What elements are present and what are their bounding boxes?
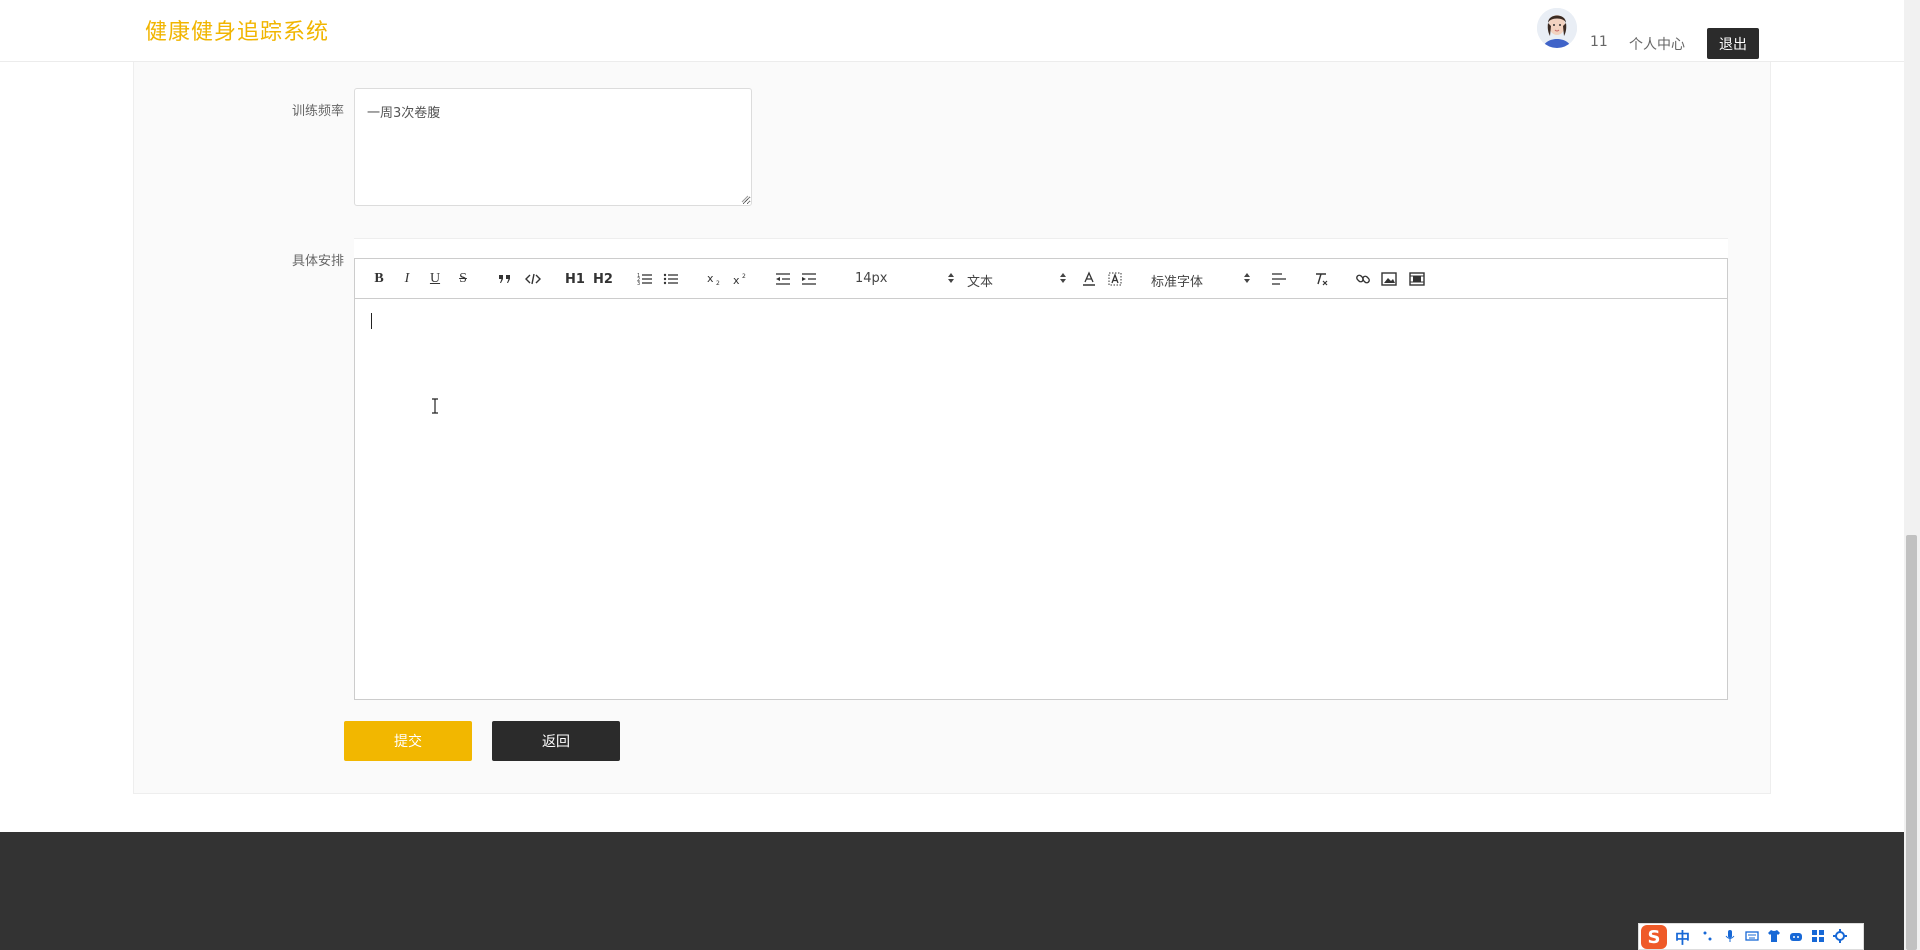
ime-mode-toggle[interactable]: 中 xyxy=(1675,927,1690,948)
user-center-link[interactable]: 个人中心 xyxy=(1629,34,1685,54)
align-left-icon xyxy=(1272,273,1286,285)
font-family-picker[interactable]: 标准字体 xyxy=(1151,268,1251,290)
font-size-picker[interactable]: 14px xyxy=(855,268,955,290)
select-arrows-icon xyxy=(1060,273,1066,283)
logout-button[interactable]: 退出 xyxy=(1707,28,1759,59)
link-icon xyxy=(1356,274,1370,284)
frequency-textarea[interactable]: 一周3次卷腹 xyxy=(354,88,752,206)
ordered-list-icon: 1 2 3 xyxy=(637,273,652,286)
site-logo-title[interactable]: 健康健身追踪系统 xyxy=(145,14,329,46)
outdent-icon xyxy=(776,273,790,285)
video-button[interactable] xyxy=(1407,268,1427,290)
heading-2-button[interactable]: H2 xyxy=(593,268,613,290)
video-icon xyxy=(1409,272,1425,286)
svg-text:2: 2 xyxy=(716,280,720,286)
code-block-button[interactable] xyxy=(523,268,543,290)
image-button[interactable] xyxy=(1379,268,1399,290)
avatar-image xyxy=(1537,8,1577,48)
background-color-icon xyxy=(1108,272,1122,286)
code-icon xyxy=(525,273,541,285)
font-size-value: 14px xyxy=(855,271,888,286)
toolbox-grid-icon[interactable] xyxy=(1811,929,1825,943)
schedule-label: 具体安排 xyxy=(291,254,344,269)
username: 11 xyxy=(1590,34,1608,50)
frequency-label: 训练频率 xyxy=(291,104,344,119)
rich-text-editor: B I U S H1 H2 1 2 3 x 2 x 2 14px 文本 标准字体 xyxy=(354,258,1728,700)
header-picker[interactable]: 文本 xyxy=(967,268,1067,290)
blockquote-button[interactable] xyxy=(495,268,515,290)
microphone-icon[interactable] xyxy=(1723,929,1737,943)
strike-button[interactable]: S xyxy=(453,268,473,290)
clear-format-icon xyxy=(1316,273,1328,286)
avatar[interactable] xyxy=(1537,8,1577,48)
bold-button[interactable]: B xyxy=(369,268,389,290)
punctuation-icon[interactable] xyxy=(1701,929,1715,943)
header-picker-value: 文本 xyxy=(967,275,994,290)
font-color-button[interactable] xyxy=(1079,268,1099,290)
background-color-button[interactable] xyxy=(1105,268,1125,290)
skin-shirt-icon[interactable] xyxy=(1767,929,1781,943)
frequency-value: 一周3次卷腹 xyxy=(367,106,441,121)
indent-icon xyxy=(802,273,816,285)
superscript-button[interactable]: x 2 xyxy=(731,268,751,290)
ordered-list-button[interactable]: 1 2 3 xyxy=(635,268,655,290)
indent-button[interactable] xyxy=(799,268,819,290)
quote-icon xyxy=(499,275,510,283)
select-arrows-icon xyxy=(1244,273,1250,283)
bullet-list-button[interactable] xyxy=(661,268,681,290)
schedule-editor-content[interactable] xyxy=(355,299,1727,699)
bullet-list-icon xyxy=(663,273,678,285)
subscript-icon: x 2 xyxy=(707,272,720,286)
submit-button[interactable]: 提交 xyxy=(344,721,472,761)
heading-1-button[interactable]: H1 xyxy=(565,268,585,290)
font-color-icon xyxy=(1083,271,1095,286)
keyboard-icon[interactable] xyxy=(1745,929,1759,943)
svg-text:3: 3 xyxy=(637,281,640,286)
resize-handle-icon[interactable] xyxy=(741,195,749,203)
editor-toolbar: B I U S H1 H2 1 2 3 x 2 x 2 14px 文本 标准字体 xyxy=(355,259,1727,299)
text-cursor-icon xyxy=(432,398,438,414)
page-footer xyxy=(0,832,1904,950)
subscript-button[interactable]: x 2 xyxy=(705,268,725,290)
sogou-logo-icon[interactable]: S xyxy=(1641,925,1667,949)
ime-toolbar[interactable]: S 中 xyxy=(1638,923,1864,950)
svg-text:x: x xyxy=(707,272,714,285)
settings-gear-icon[interactable] xyxy=(1833,929,1847,943)
text-caret xyxy=(371,313,372,329)
svg-text:x: x xyxy=(733,274,740,286)
font-family-value: 标准字体 xyxy=(1151,275,1204,290)
link-button[interactable] xyxy=(1353,268,1373,290)
scrollbar-thumb[interactable] xyxy=(1906,535,1917,950)
svg-text:2: 2 xyxy=(742,273,746,280)
italic-button[interactable]: I xyxy=(397,268,417,290)
outdent-button[interactable] xyxy=(773,268,793,290)
assistant-robot-icon[interactable] xyxy=(1789,929,1803,943)
underline-button[interactable]: U xyxy=(425,268,445,290)
image-icon xyxy=(1381,272,1397,286)
clear-format-button[interactable] xyxy=(1311,268,1331,290)
align-button[interactable] xyxy=(1269,268,1289,290)
back-button[interactable]: 返回 xyxy=(492,721,620,761)
superscript-icon: x 2 xyxy=(733,273,746,286)
editor-topline xyxy=(354,238,1728,259)
select-arrows-icon xyxy=(948,273,954,283)
top-navbar: 健康健身追踪系统 11 个人中心 退出 xyxy=(0,0,1904,62)
